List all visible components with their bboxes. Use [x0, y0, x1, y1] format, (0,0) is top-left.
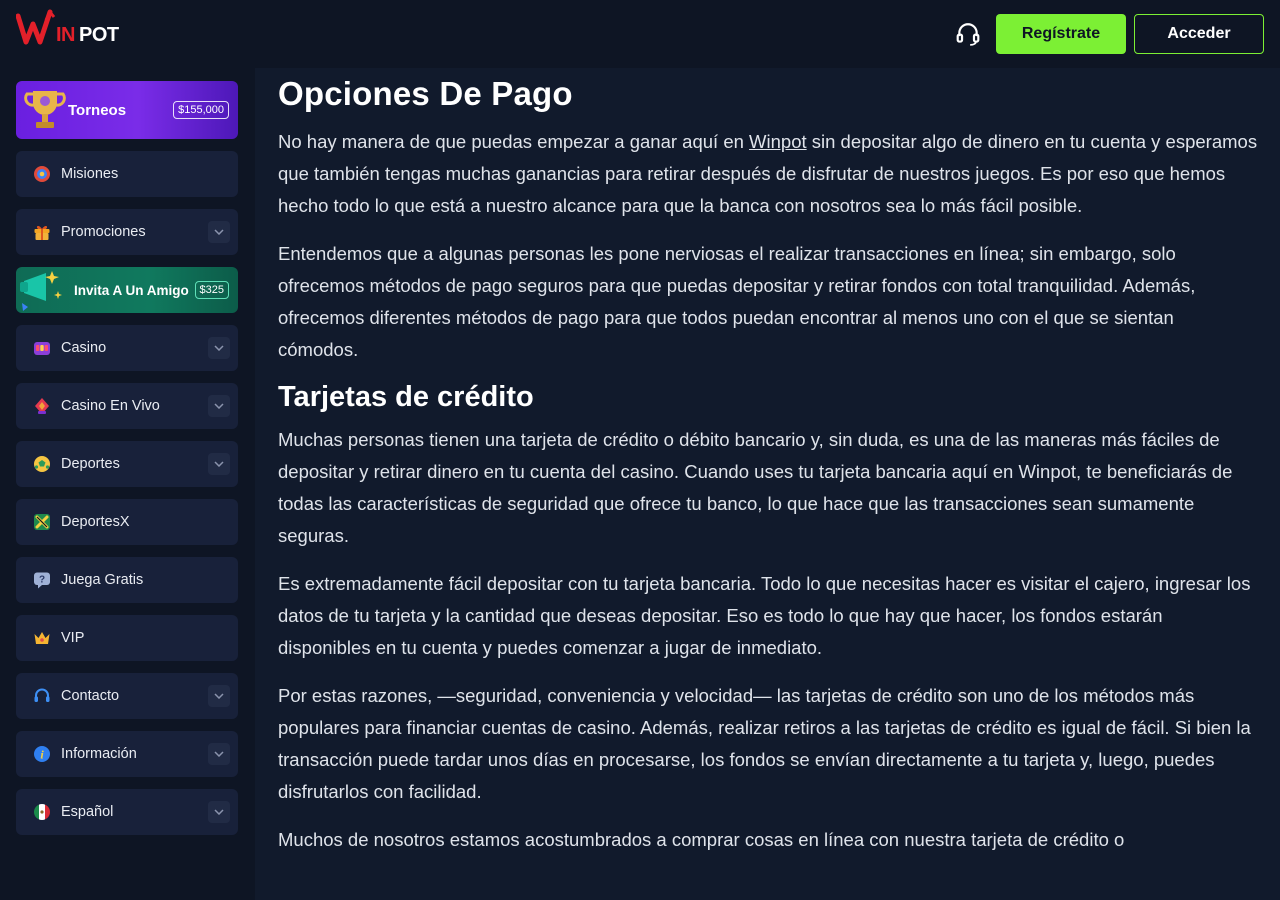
question-bubble-icon: ?	[33, 571, 51, 589]
chevron-down-icon[interactable]	[208, 453, 230, 475]
sidebar-item-label: DeportesX	[61, 514, 130, 530]
sidebar-item-torneos[interactable]: Torneos $155,000	[16, 81, 238, 139]
sidebar-item-label: Casino	[61, 340, 107, 356]
mexico-flag-icon	[33, 803, 51, 821]
soccer-ball-icon	[33, 455, 51, 473]
prize-badge: $155,000	[173, 101, 229, 119]
sidebar-item-casino-en-vivo[interactable]: Casino En Vivo	[16, 383, 238, 429]
sidebar-item-deportes[interactable]: Deportes	[16, 441, 238, 487]
paragraph-reasons: Por estas razones, —seguridad, convenien…	[278, 685, 1251, 802]
svg-text:?: ?	[39, 575, 45, 586]
page-title: Opciones De Pago	[278, 75, 573, 112]
paragraph-cards-intro: Muchas personas tienen una tarjeta de cr…	[278, 429, 1233, 546]
chevron-down-icon[interactable]	[208, 743, 230, 765]
paragraph-text: No hay manera de que puedas empezar a ga…	[278, 131, 750, 152]
chevron-down-icon[interactable]	[208, 337, 230, 359]
sidebar-item-label: Deportes	[61, 456, 120, 472]
login-button[interactable]: Acceder	[1134, 14, 1264, 54]
sidebar-item-misiones[interactable]: Misiones	[16, 151, 238, 197]
sidebar-item-label: VIP	[61, 630, 85, 646]
paragraph-online-shopping: Muchos de nosotros estamos acostumbrados…	[278, 829, 1125, 850]
sidebar-item-invita-amigo[interactable]: Invita A Un Amigo $325	[16, 267, 238, 313]
sidebar-item-label: Promociones	[61, 224, 146, 240]
paragraph-intro: No hay manera de que puedas empezar a ga…	[278, 126, 1258, 222]
sidebar-item-informacion[interactable]: i Información	[16, 731, 238, 777]
sidebar-item-label: Español	[61, 804, 114, 820]
poker-chip-icon	[33, 397, 51, 415]
chevron-down-icon[interactable]	[208, 395, 230, 417]
chevron-down-icon[interactable]	[208, 221, 230, 243]
headset-icon	[33, 687, 51, 705]
sidebar-item-deportesx[interactable]: DeportesX	[16, 499, 238, 545]
main-content: Opciones De Pago No hay manera de que pu…	[255, 68, 1280, 900]
gift-icon	[33, 223, 51, 241]
chevron-down-icon[interactable]	[208, 801, 230, 823]
winpot-logo[interactable]: IN POT	[15, 8, 126, 52]
winpot-link[interactable]: Winpot	[749, 131, 807, 152]
section-heading: Tarjetas de crédito	[278, 381, 534, 413]
chevron-down-icon[interactable]	[208, 685, 230, 707]
sidebar-item-label: Contacto	[61, 688, 120, 704]
sidebar-item-label: Información	[61, 746, 137, 762]
article: Opciones De Pago No hay manera de que pu…	[278, 72, 1258, 872]
target-icon	[33, 165, 51, 183]
sidebar-item-label: Casino En Vivo	[61, 398, 160, 414]
info-icon: i	[33, 745, 51, 763]
sidebar-item-label: Invita A Un Amigo	[74, 282, 189, 298]
x-sports-icon	[33, 513, 51, 531]
sidebar-item-contacto[interactable]: Contacto	[16, 673, 238, 719]
trophy-icon	[24, 85, 66, 135]
sidebar-item-label: Misiones	[61, 166, 119, 182]
reward-badge: $325	[194, 281, 229, 299]
sidebar-nav: Torneos $155,000 Misiones Promociones In…	[16, 81, 238, 847]
top-header: IN POT Regístrate Acceder	[0, 0, 1280, 68]
sidebar-item-language[interactable]: Español	[16, 789, 238, 835]
svg-text:POT: POT	[79, 24, 119, 46]
paragraph-deposit: Es extremadamente fácil depositar con tu…	[278, 573, 1251, 658]
sidebar-item-vip[interactable]: VIP	[16, 615, 238, 661]
headset-icon	[956, 23, 980, 46]
svg-text:IN: IN	[56, 24, 75, 46]
slot-machine-icon	[33, 339, 51, 357]
sidebar-item-casino[interactable]: Casino	[16, 325, 238, 371]
sidebar-item-label: Juega Gratis	[61, 572, 144, 588]
sidebar-item-label: Torneos	[68, 101, 127, 119]
register-button[interactable]: Regístrate	[996, 14, 1126, 54]
sidebar-item-promociones[interactable]: Promociones	[16, 209, 238, 255]
sidebar-item-juega-gratis[interactable]: ? Juega Gratis	[16, 557, 238, 603]
paragraph-security: Entendemos que a algunas personas les po…	[278, 243, 1196, 360]
crown-icon	[33, 629, 51, 647]
megaphone-icon	[18, 267, 62, 313]
support-button[interactable]	[952, 18, 984, 50]
